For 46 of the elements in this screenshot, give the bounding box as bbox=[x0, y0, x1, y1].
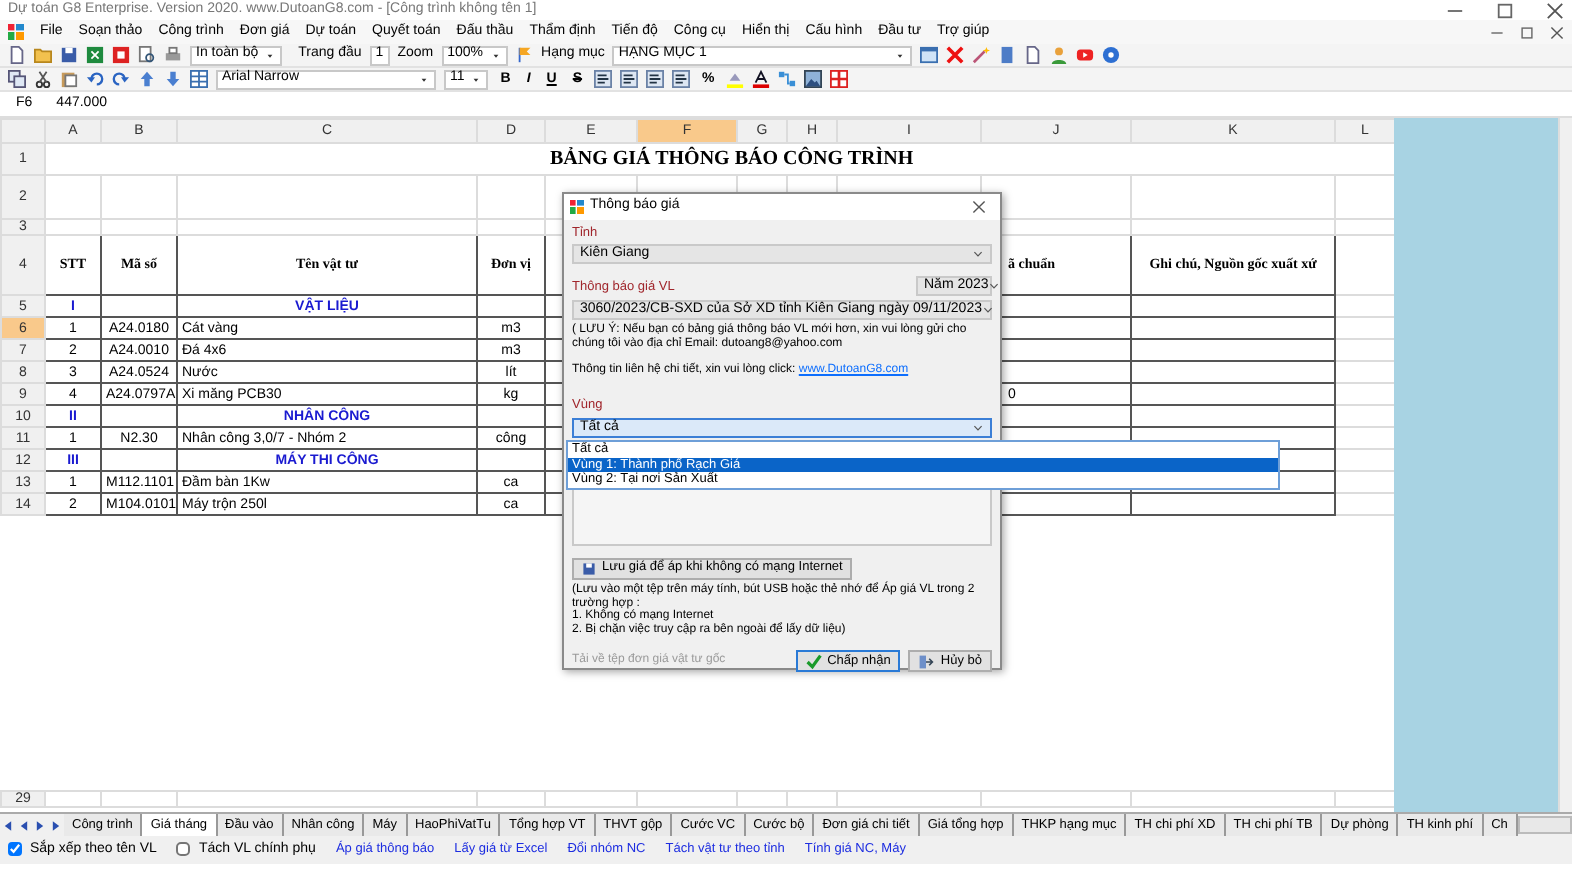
up-arrow-icon[interactable] bbox=[138, 70, 156, 88]
copy-icon[interactable] bbox=[8, 70, 26, 88]
align-icon[interactable] bbox=[646, 70, 665, 88]
sheet-title: BẢNG GIÁ THÔNG BÁO CÔNG TRÌNH bbox=[548, 149, 914, 169]
undo-icon[interactable] bbox=[86, 70, 104, 88]
checkmark-icon bbox=[805, 653, 822, 670]
checkbox[interactable] bbox=[8, 842, 22, 857]
spreadsheet-icon[interactable] bbox=[86, 46, 104, 64]
restore-icon[interactable] bbox=[1520, 25, 1534, 39]
caret-icon bbox=[972, 248, 984, 261]
wand-icon[interactable] bbox=[972, 46, 991, 64]
horizontal-scrollbar[interactable] bbox=[1517, 816, 1572, 834]
align-icon[interactable] bbox=[620, 70, 639, 88]
paste-icon[interactable] bbox=[60, 70, 78, 88]
caret-icon bbox=[894, 49, 907, 61]
table-icon[interactable] bbox=[190, 70, 208, 88]
font-color-icon[interactable] bbox=[752, 70, 771, 88]
grid-icon[interactable] bbox=[830, 70, 849, 88]
caret-icon bbox=[418, 73, 430, 85]
delete-icon[interactable] bbox=[946, 46, 965, 64]
redo-icon[interactable] bbox=[112, 70, 130, 88]
user-icon[interactable] bbox=[1050, 46, 1069, 64]
maximize-icon[interactable] bbox=[1496, 1, 1514, 19]
close-icon[interactable] bbox=[972, 200, 986, 214]
window-icon[interactable] bbox=[920, 46, 939, 64]
align-icon[interactable] bbox=[672, 70, 691, 88]
pdf-icon[interactable] bbox=[112, 46, 130, 64]
exit-icon bbox=[918, 653, 935, 670]
image-icon[interactable] bbox=[804, 70, 823, 88]
flag-icon[interactable] bbox=[515, 46, 534, 64]
cut-icon[interactable] bbox=[34, 70, 52, 88]
diagram-icon[interactable] bbox=[778, 70, 797, 88]
app-logo-icon bbox=[8, 24, 24, 40]
fill-color-icon[interactable] bbox=[726, 70, 745, 88]
align-icon[interactable] bbox=[594, 70, 613, 88]
app-logo-icon bbox=[570, 200, 584, 214]
down-arrow-icon[interactable] bbox=[164, 70, 182, 88]
help-icon[interactable] bbox=[1102, 46, 1121, 64]
caret-icon bbox=[972, 421, 984, 434]
caret-icon bbox=[264, 49, 277, 61]
close-icon[interactable] bbox=[1550, 25, 1564, 39]
close-icon[interactable] bbox=[1546, 1, 1564, 19]
printer-icon[interactable] bbox=[164, 46, 182, 64]
video-icon[interactable] bbox=[1076, 46, 1095, 64]
checkbox[interactable] bbox=[176, 842, 191, 857]
print-preview-icon[interactable] bbox=[138, 46, 156, 64]
